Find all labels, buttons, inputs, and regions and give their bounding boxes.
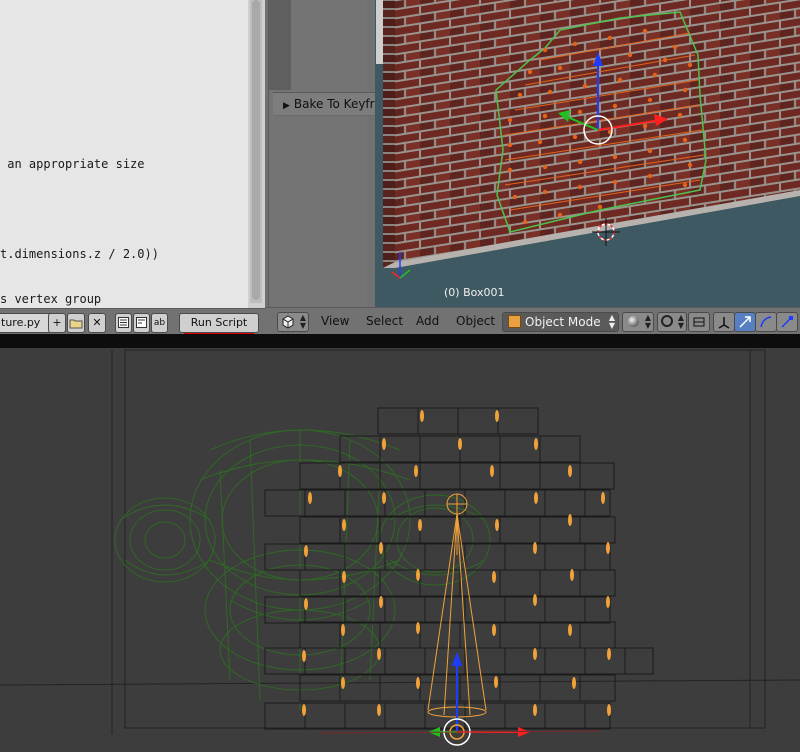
run-script-label: Run Script [190,316,248,329]
editor-scroll-thumb[interactable] [252,0,260,300]
shading-sphere-icon [628,316,639,327]
word-wrap-icon [136,317,147,328]
rotate-manipulator-button[interactable] [755,312,777,332]
pivot-point-button[interactable]: ▲ ▼ [657,312,687,332]
line-numbers-icon [118,317,129,328]
bake-to-keyframes-panel[interactable]: ▶ Bake To Keyfr [273,92,377,116]
syntax-highlight-toggle[interactable]: ab [151,313,168,333]
chevron-updown-icon: ▲ ▼ [644,313,651,330]
folder-icon [69,319,83,329]
manipulator-icon [693,317,705,327]
text-filename-field[interactable]: ture.py [0,313,52,333]
run-script-button[interactable]: Run Script [179,313,259,333]
word-wrap-toggle[interactable] [133,313,150,333]
text-editor: an appropriate size t.dimensions.z / 2.0… [0,0,265,335]
filename: ture.py [1,316,41,329]
code-line: s vertex group [0,292,102,306]
properties-tab-column [269,0,291,90]
cube-icon [282,315,294,329]
mode-selector[interactable]: Object Mode ▲ ▼ [502,312,619,332]
viewport-bottom-canvas [0,348,800,752]
menu-object[interactable]: Object [456,314,495,328]
menu-add[interactable]: Add [416,314,439,328]
viewport-3d-top[interactable]: (0) Box001 [375,0,800,307]
active-object-label: (0) Box001 [444,286,505,299]
properties-panel: ▶ Bake To Keyfr [265,0,377,334]
scale-manipulator-button[interactable] [776,312,798,332]
menu-select[interactable]: Select [366,314,403,328]
chevron-updown-icon: ▲ ▼ [299,313,306,330]
editor-type-button[interactable]: ▲ ▼ [277,312,309,332]
area-divider[interactable] [0,334,800,348]
plus-icon: + [52,316,62,329]
manipulator-toggle[interactable] [713,312,735,332]
editor-scrollbar[interactable] [250,0,262,303]
properties-region: ▶ Bake To Keyfr [268,0,377,307]
axis-icon [718,317,730,329]
bake-panel-label: Bake To Keyfr [293,97,375,111]
disclosure-triangle-icon: ▶ [283,101,290,111]
viewport-shading-button[interactable]: ▲ ▼ [622,312,654,332]
menu-view[interactable]: View [321,314,349,328]
pivot-icon [661,315,673,327]
snap-toggle-button[interactable] [688,312,710,332]
rotate-arc-icon [760,316,772,328]
code-line: an appropriate size [0,157,145,171]
new-text-button[interactable]: + [48,313,66,333]
line-numbers-toggle[interactable] [115,313,132,333]
unlink-text-button[interactable]: ✕ [88,313,106,333]
brick-wall-side [383,0,395,268]
object-mode-icon [508,315,521,328]
open-text-button[interactable] [67,313,85,333]
chevron-updown-icon: ▲ ▼ [608,313,615,330]
background-fragment [376,0,383,64]
viewport-3d-bottom[interactable] [0,348,800,752]
viewport-top-canvas [375,0,800,307]
mode-label: Object Mode [525,315,601,329]
chevron-updown-icon: ▲ ▼ [677,313,684,330]
code-area[interactable]: an appropriate size t.dimensions.z / 2.0… [0,0,248,308]
code-line: t.dimensions.z / 2.0)) [0,247,159,261]
viewport-header: ▲ ▼ View Select Add Object Object Mode ▲ ▼… [265,307,800,335]
translate-manipulator-button[interactable] [734,312,756,332]
close-icon: ✕ [92,316,102,329]
editor-header: ture.py + ✕ ab Run Script [0,308,265,335]
scale-icon [781,316,793,328]
arrow-icon [739,316,751,328]
syntax-highlight-icon: ab [153,318,166,328]
